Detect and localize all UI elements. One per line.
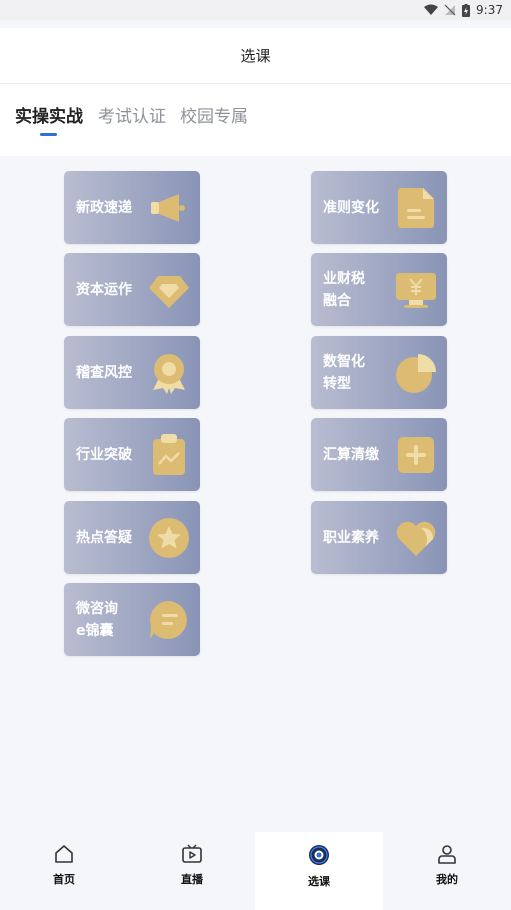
page-title: 选课 — [240, 47, 271, 65]
course-label: 稽查风控 — [76, 364, 132, 381]
plus-box-icon — [395, 434, 437, 476]
chat-bubble-icon — [148, 599, 190, 641]
status-time: 9:37 — [476, 3, 503, 17]
course-card-digital-transformation[interactable]: 数智化 转型 — [311, 336, 447, 409]
category-tabs: 实操实战 考试认证 校园专属 — [0, 84, 511, 156]
page-header: 选课 — [0, 28, 511, 84]
tab-campus[interactable]: 校园专属 — [180, 102, 248, 127]
nav-label: 直播 — [181, 873, 203, 886]
course-label: 微咨询 e锦囊 — [76, 600, 118, 639]
no-signal-icon — [444, 4, 456, 16]
clipboard-chart-icon — [148, 434, 190, 476]
course-label: 热点答疑 — [76, 529, 132, 546]
award-ribbon-icon — [148, 352, 190, 394]
nav-course-select[interactable]: 选课 — [255, 832, 383, 910]
course-label: 行业突破 — [76, 446, 132, 463]
nav-label: 首页 — [53, 873, 75, 886]
pie-chart-icon — [395, 352, 437, 394]
tab-active-indicator — [40, 133, 57, 136]
course-card-capital-operation[interactable]: 资本运作 — [64, 253, 200, 326]
tab-practical[interactable]: 实操实战 — [15, 102, 83, 127]
course-card-professional-quality[interactable]: 职业素养 — [311, 501, 447, 574]
wifi-icon — [424, 4, 439, 16]
course-label: 汇算清缴 — [323, 446, 379, 463]
course-card-micro-consult[interactable]: 微咨询 e锦囊 — [64, 583, 200, 656]
course-card-standards-change[interactable]: 准则变化 — [311, 171, 447, 244]
document-icon — [395, 187, 437, 229]
course-card-new-policy[interactable]: 新政速递 — [64, 171, 200, 244]
course-label: 业财税 融合 — [323, 270, 365, 309]
course-card-tax-settlement[interactable]: 汇算清缴 — [311, 418, 447, 491]
diamond-icon — [148, 269, 190, 311]
course-card-audit-risk[interactable]: 稽查风控 — [64, 336, 200, 409]
bottom-navigation: 首页 直播 选课 我的 — [0, 832, 511, 910]
tv-play-icon — [182, 844, 202, 868]
course-label: 准则变化 — [323, 199, 379, 216]
home-icon — [54, 844, 74, 868]
monitor-yen-icon — [395, 269, 437, 311]
course-card-hot-qa[interactable]: 热点答疑 — [64, 501, 200, 574]
course-label: 资本运作 — [76, 281, 132, 298]
nav-profile[interactable]: 我的 — [383, 832, 511, 910]
course-select-icon — [308, 844, 330, 870]
heart-icon — [395, 517, 437, 559]
user-icon — [437, 844, 457, 868]
megaphone-icon — [148, 187, 190, 229]
course-label: 职业素养 — [323, 529, 379, 546]
nav-label: 我的 — [436, 873, 458, 886]
course-card-business-finance-tax[interactable]: 业财税 融合 — [311, 253, 447, 326]
status-bar: 9:37 — [0, 0, 511, 20]
tab-certification[interactable]: 考试认证 — [98, 102, 166, 127]
course-label: 新政速递 — [76, 199, 132, 216]
nav-label: 选课 — [308, 875, 330, 888]
battery-charging-icon — [462, 3, 471, 17]
course-card-industry-breakthrough[interactable]: 行业突破 — [64, 418, 200, 491]
course-label: 数智化 转型 — [323, 353, 365, 392]
nav-live[interactable]: 直播 — [128, 832, 256, 910]
star-circle-icon — [148, 517, 190, 559]
nav-home[interactable]: 首页 — [0, 832, 128, 910]
